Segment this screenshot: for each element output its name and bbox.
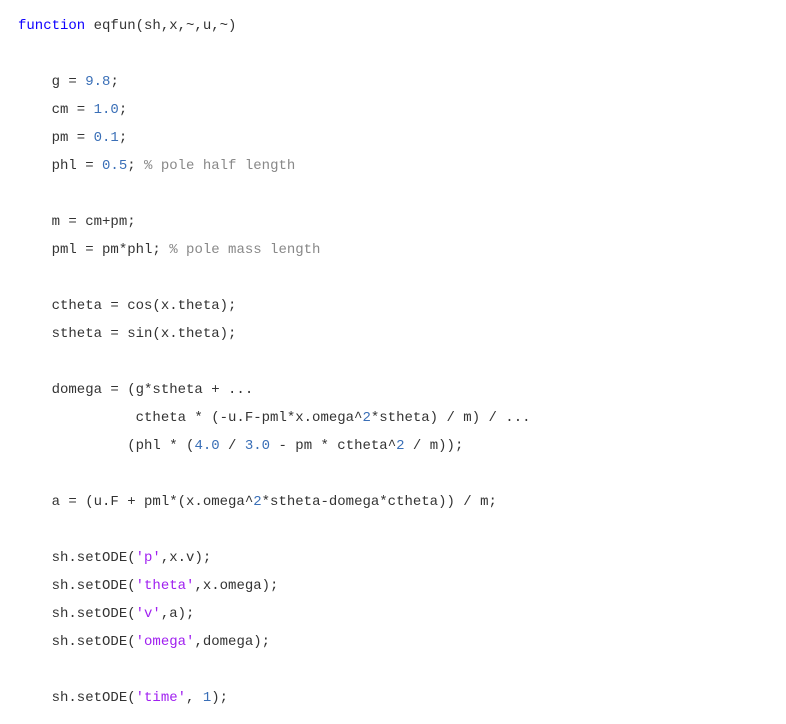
signature: eqfun(sh,x,~,u,~) xyxy=(85,18,236,34)
code-text: , xyxy=(186,690,203,706)
code-line: sh.setODE( xyxy=(18,606,136,622)
code-line: domega = (g*stheta + ... xyxy=(18,382,253,398)
code-text: - pm * ctheta^ xyxy=(270,438,396,454)
code-line: sh.setODE( xyxy=(18,550,136,566)
string-literal: 'p' xyxy=(136,550,161,566)
code-line: pm = xyxy=(18,130,94,146)
code-text: ); xyxy=(211,690,228,706)
code-line: m = cm+pm; xyxy=(18,214,136,230)
code-text: ,a); xyxy=(161,606,195,622)
code-line: phl = xyxy=(18,158,102,174)
code-text: *stheta-domega*ctheta)) / m; xyxy=(262,494,497,510)
comment: % pole half length xyxy=(144,158,295,174)
code-block: function eqfun(sh,x,~,u,~) g = 9.8; cm =… xyxy=(18,12,768,712)
code-line: a = (u.F + pml*(x.omega^ xyxy=(18,494,253,510)
number-literal: 3.0 xyxy=(245,438,270,454)
number-literal: 4.0 xyxy=(194,438,219,454)
code-text: *stheta) / m) / ... xyxy=(371,410,531,426)
code-line: pml = pm*phl; xyxy=(18,242,169,258)
code-line: (phl * ( xyxy=(18,438,194,454)
code-line: cm = xyxy=(18,102,94,118)
code-text: ,x.omega); xyxy=(194,578,278,594)
code-line: ctheta * (-u.F-pml*x.omega^ xyxy=(18,410,362,426)
code-text: ; xyxy=(119,130,127,146)
number-literal: 2 xyxy=(362,410,370,426)
code-line: sh.setODE( xyxy=(18,690,136,706)
code-text: ; xyxy=(110,74,118,90)
number-literal: 0.5 xyxy=(102,158,127,174)
string-literal: 'theta' xyxy=(136,578,195,594)
code-line: sh.setODE( xyxy=(18,578,136,594)
code-text: ; xyxy=(127,158,144,174)
keyword-function: function xyxy=(18,18,85,34)
code-line: g = xyxy=(18,74,85,90)
comment: % pole mass length xyxy=(169,242,320,258)
number-literal: 9.8 xyxy=(85,74,110,90)
code-text: / m)); xyxy=(405,438,464,454)
number-literal: 1.0 xyxy=(94,102,119,118)
code-line: ctheta = cos(x.theta); xyxy=(18,298,236,314)
number-literal: 0.1 xyxy=(94,130,119,146)
string-literal: 'omega' xyxy=(136,634,195,650)
number-literal: 2 xyxy=(253,494,261,510)
code-text: ; xyxy=(119,102,127,118)
code-line: sh.setODE( xyxy=(18,634,136,650)
code-text: / xyxy=(220,438,245,454)
string-literal: 'v' xyxy=(136,606,161,622)
code-line: stheta = sin(x.theta); xyxy=(18,326,236,342)
code-text: ,x.v); xyxy=(161,550,211,566)
code-text: ,domega); xyxy=(194,634,270,650)
string-literal: 'time' xyxy=(136,690,186,706)
number-literal: 2 xyxy=(396,438,404,454)
number-literal: 1 xyxy=(203,690,211,706)
